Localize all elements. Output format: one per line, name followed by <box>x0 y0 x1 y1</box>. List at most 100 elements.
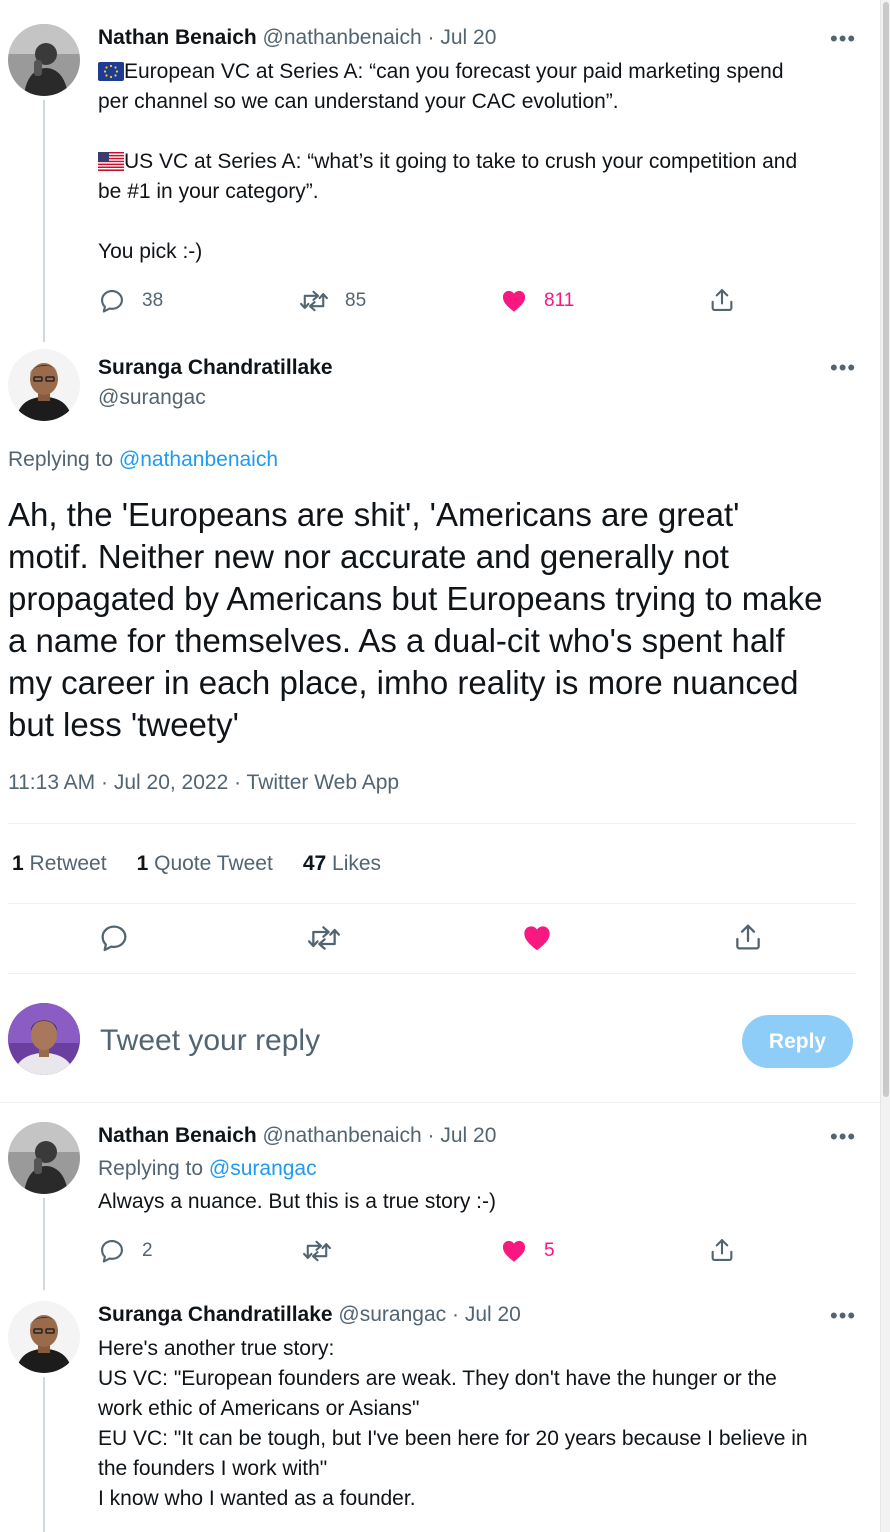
tweet-line: propagated by Americans but Europeans tr… <box>8 580 823 617</box>
share-button[interactable] <box>708 286 736 314</box>
like-icon <box>502 1240 526 1262</box>
author-handle[interactable]: @surangac <box>338 1303 446 1326</box>
tweet-line: You pick :-) <box>98 240 203 263</box>
eu-flag-icon <box>98 62 124 81</box>
thread-line <box>43 1377 45 1532</box>
quote-tweets-stat-label: Quote Tweet <box>154 852 273 875</box>
avatar-nathan[interactable] <box>8 1122 80 1194</box>
author-handle[interactable]: @nathanbenaich <box>263 1124 422 1147</box>
thread-line <box>43 1198 45 1290</box>
likes-stat[interactable]: 47 Likes <box>303 852 381 876</box>
replying-to-label: Replying to <box>8 448 114 471</box>
divider <box>8 903 856 904</box>
scrollbar[interactable] <box>880 0 890 1532</box>
divider <box>0 1102 880 1103</box>
tweet-line: a name for themselves. As a dual-cit who… <box>8 622 785 659</box>
share-icon <box>711 289 733 311</box>
more-icon[interactable]: ••• <box>830 28 856 50</box>
separator: · <box>427 26 435 49</box>
divider <box>8 973 856 974</box>
reply-button[interactable]: 2 <box>98 1237 153 1265</box>
retweet-button[interactable] <box>302 1237 332 1265</box>
likes-stat-count: 47 <box>302 852 327 875</box>
tweet-line: US VC: "European founders are weak. They… <box>98 1367 777 1390</box>
reply-icon <box>101 290 123 313</box>
share-button[interactable] <box>708 1236 736 1264</box>
tweet-line: Ah, the 'Europeans are shit', 'Americans… <box>8 496 740 533</box>
tweet-line: I know who I wanted as a founder. <box>98 1487 416 1510</box>
more-icon[interactable]: ••• <box>830 1305 856 1327</box>
author-handle[interactable]: @surangac <box>98 386 206 409</box>
retweets-stat[interactable]: 1 Retweet <box>12 852 107 876</box>
share-button[interactable] <box>732 921 764 953</box>
tweet-date[interactable]: Jul 20 <box>440 26 496 49</box>
like-icon <box>502 290 526 312</box>
author-name[interactable]: Nathan Benaich <box>98 26 257 49</box>
tweet-line-text: US VC at Series A: “what’s it going to t… <box>124 150 798 173</box>
reply-count: 38 <box>142 290 164 311</box>
separator: · <box>427 1124 435 1147</box>
quote-tweets-stat-count: 1 <box>136 852 149 875</box>
reply-icon <box>101 925 127 952</box>
tweet-header: Suranga Chandratillake <box>98 356 333 380</box>
tweet-date[interactable]: Jul 20 <box>440 1124 496 1147</box>
engagement-stats: 1 Retweet 1 Quote Tweet 47 Likes <box>12 852 411 876</box>
reply-icon <box>101 1240 123 1263</box>
replying-to-label: Replying to <box>98 1157 204 1180</box>
like-button[interactable]: 5 <box>500 1237 555 1265</box>
tweet-line: Always a nuance. But this is a true stor… <box>98 1190 496 1213</box>
replying-to: Replying to @surangac <box>98 1157 317 1181</box>
tweet-text: Always a nuance. But this is a true stor… <box>98 1187 496 1217</box>
tweet-line: European VC at Series A: “can you foreca… <box>98 57 858 87</box>
retweets-stat-count: 1 <box>12 852 24 875</box>
tweet-date[interactable]: Jul 20 <box>465 1303 521 1326</box>
reply-button[interactable] <box>98 922 130 954</box>
us-flag-icon <box>98 152 124 171</box>
author-name[interactable]: Suranga Chandratillake <box>98 356 333 379</box>
tweet-header: Nathan Benaich @nathanbenaich · Jul 20 <box>98 1124 496 1148</box>
more-icon[interactable]: ••• <box>830 1126 856 1148</box>
avatar-suranga[interactable] <box>8 1301 80 1373</box>
share-icon <box>711 1239 733 1261</box>
tweet-line: be #1 in your category”. <box>98 180 319 203</box>
separator: · <box>451 1303 459 1326</box>
like-button[interactable] <box>520 922 554 954</box>
tweet-line: my career in each place, imho reality is… <box>8 664 799 701</box>
more-icon[interactable]: ••• <box>830 357 856 379</box>
author-name[interactable]: Nathan Benaich <box>98 1124 257 1147</box>
author-name[interactable]: Suranga Chandratillake <box>98 1303 333 1326</box>
share-icon <box>736 924 760 950</box>
reply-count: 2 <box>142 1240 153 1261</box>
focused-tweet-text: Ah, the 'Europeans are shit', 'Americans… <box>8 494 868 746</box>
scrollbar-thumb[interactable] <box>883 2 889 1097</box>
tweet-line: work ethic of Americans or Asians" <box>98 1397 420 1420</box>
tweet-line: but less 'tweety' <box>8 706 239 743</box>
tweet-text: Here's another true story: US VC: "Europ… <box>98 1334 858 1514</box>
avatar-nathan[interactable] <box>8 24 80 96</box>
retweet-button[interactable] <box>306 922 342 954</box>
tweet-header: Nathan Benaich @nathanbenaich · Jul 20 <box>98 26 496 50</box>
replying-to-link[interactable]: @nathanbenaich <box>119 448 278 471</box>
reply-input[interactable]: Tweet your reply <box>100 1024 320 1058</box>
like-icon <box>524 926 550 951</box>
tweet-text: European VC at Series A: “can you foreca… <box>98 57 858 267</box>
tweet-line: per channel so we can understand your CA… <box>98 90 619 113</box>
quote-tweets-stat[interactable]: 1 Quote Tweet <box>137 852 273 876</box>
retweet-button[interactable]: 85 <box>299 287 366 315</box>
tweet-header-handle: @surangac <box>98 386 206 410</box>
retweets-stat-label: Retweet <box>29 852 107 875</box>
avatar-current-user[interactable] <box>8 1003 80 1075</box>
retweet-count: 85 <box>345 290 367 311</box>
tweet-line-text: European VC at Series A: “can you foreca… <box>124 60 784 83</box>
replying-to-link[interactable]: @surangac <box>209 1157 317 1180</box>
tweet-line: motif. Neither new nor accurate and gene… <box>8 538 729 575</box>
avatar-suranga[interactable] <box>8 349 80 421</box>
tweet-timestamp[interactable]: 11:13 AM · Jul 20, 2022 · Twitter Web Ap… <box>8 771 399 795</box>
like-button[interactable]: 811 <box>500 287 574 315</box>
author-handle[interactable]: @nathanbenaich <box>263 26 422 49</box>
like-count: 5 <box>544 1240 555 1261</box>
tweet-line: EU VC: "It can be tough, but I've been h… <box>98 1427 808 1450</box>
reply-button[interactable]: 38 <box>98 287 163 315</box>
reply-submit-button[interactable]: Reply <box>742 1015 853 1068</box>
retweet-icon <box>300 290 328 312</box>
